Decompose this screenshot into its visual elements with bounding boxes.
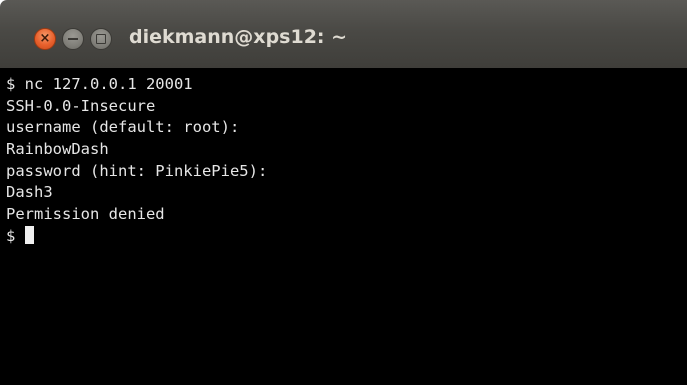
shell-prompt: $ <box>6 226 25 245</box>
close-icon: × <box>39 31 51 46</box>
terminal-line: password (hint: PinkiePie5): <box>6 161 268 180</box>
title-bar[interactable]: × diekmann@xps12: ~ <box>0 0 687 68</box>
terminal-line: username (default: root): <box>6 118 240 137</box>
window-title: diekmann@xps12: ~ <box>129 26 348 48</box>
minimize-icon <box>68 38 78 40</box>
close-button[interactable]: × <box>34 28 56 50</box>
maximize-icon <box>96 34 106 44</box>
terminal-line: Permission denied <box>6 205 165 224</box>
prompt-line[interactable]: $ <box>6 225 687 248</box>
minimize-button[interactable] <box>62 28 84 50</box>
terminal-line: SSH-0.0-Insecure <box>6 96 156 115</box>
terminal-line: RainbowDash <box>6 140 109 159</box>
terminal-output[interactable]: $ nc 127.0.0.1 20001 SSH-0.0-Insecure us… <box>0 68 687 385</box>
terminal-line: Dash3 <box>6 183 53 202</box>
terminal-window: × diekmann@xps12: ~ $ nc 127.0.0.1 20001… <box>0 0 687 385</box>
maximize-button[interactable] <box>90 28 112 50</box>
text-cursor <box>24 225 34 244</box>
terminal-line: $ nc 127.0.0.1 20001 <box>6 75 193 93</box>
